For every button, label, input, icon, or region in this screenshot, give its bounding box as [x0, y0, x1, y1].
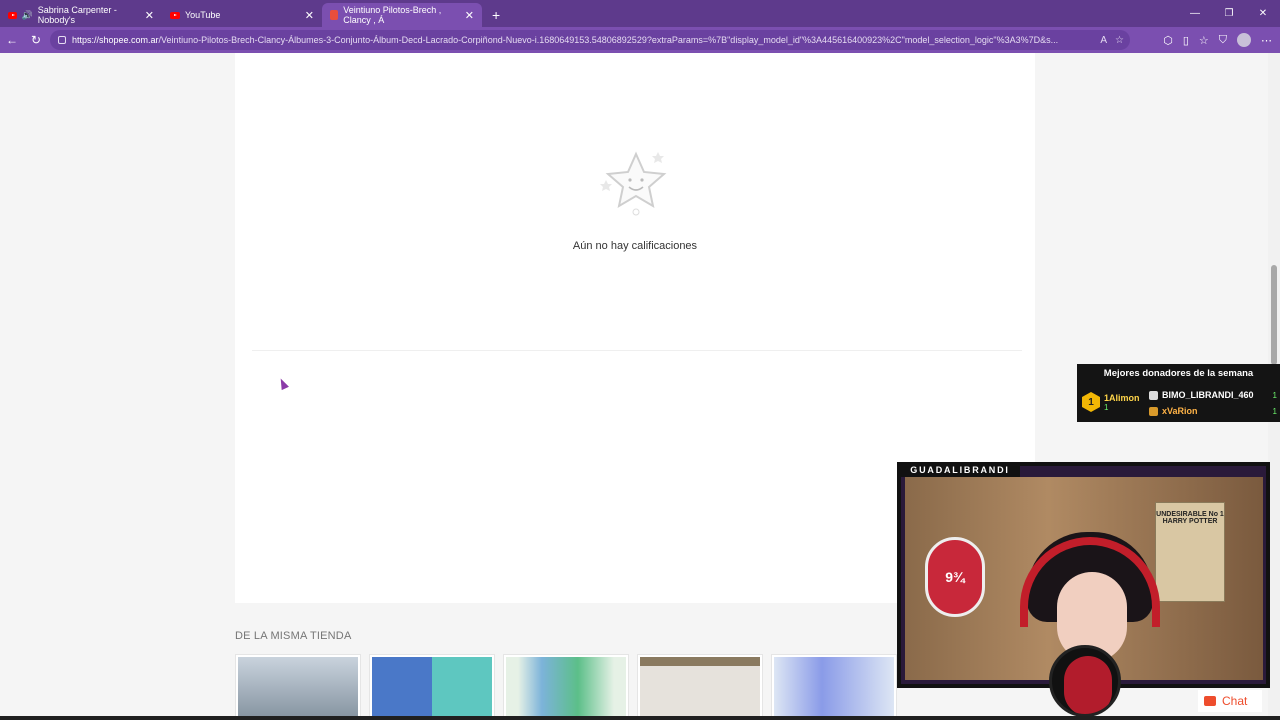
close-window-icon[interactable]: ✕	[1246, 0, 1280, 27]
donor-count: 1	[1272, 390, 1277, 400]
split-icon[interactable]: ▯	[1183, 34, 1189, 47]
restore-icon[interactable]: ❐	[1212, 0, 1246, 27]
product-card[interactable]	[369, 654, 495, 720]
product-image	[774, 657, 894, 717]
donor-name: BIMO_LIBRANDI_460	[1162, 390, 1254, 400]
shield-icon[interactable]: ⛉	[1219, 34, 1227, 47]
tab-youtube[interactable]: YouTube ✕	[162, 3, 322, 27]
shopee-icon	[330, 10, 339, 20]
site-info-icon[interactable]	[58, 36, 66, 44]
url-path: /Veintiuno-Pilotos-Brech-Clancy-Álbumes-…	[158, 35, 1059, 45]
tab-shopee[interactable]: Veintiuno Pilotos-Brech , Clancy , Á ✕	[322, 3, 482, 27]
donor-count: 1	[1272, 406, 1277, 416]
reload-icon[interactable]: ↻	[24, 33, 48, 47]
read-aloud-icon[interactable]: A	[1100, 35, 1107, 46]
product-card[interactable]	[771, 654, 897, 720]
profile-avatar[interactable]	[1237, 33, 1251, 47]
new-tab-button[interactable]: +	[492, 7, 500, 23]
chat-icon	[1204, 696, 1216, 706]
rank-badge-icon: 1	[1082, 392, 1100, 412]
product-card[interactable]	[503, 654, 629, 720]
youtube-icon	[8, 11, 17, 19]
url-host: https://shopee.com.ar	[72, 35, 159, 45]
url-field[interactable]: https://shopee.com.ar/Veintiuno-Pilotos-…	[50, 30, 1130, 50]
donor-row: BIMO_LIBRANDI_460 1	[1149, 390, 1279, 400]
tab-title: Veintiuno Pilotos-Brech , Clancy , Á	[343, 5, 442, 25]
taskbar	[0, 716, 1280, 720]
donor-row: xVaRion 1	[1149, 406, 1279, 416]
chat-label: Chat	[1222, 694, 1248, 708]
donors-title: Mejores donadores de la semana	[1103, 368, 1254, 379]
streamer-label: GUADALIBRANDI	[900, 462, 1020, 477]
product-image	[506, 657, 626, 717]
close-icon[interactable]: ✕	[465, 9, 474, 22]
product-image	[238, 657, 358, 717]
minimize-icon[interactable]: —	[1178, 0, 1212, 27]
address-bar: ← ↻ https://shopee.com.ar/Veintiuno-Pilo…	[0, 27, 1280, 53]
tab-title: Sabrina Carpenter - Nobody's	[37, 5, 117, 25]
platform-sign: 9¾	[925, 537, 985, 617]
product-card[interactable]	[235, 654, 361, 720]
streamer-avatar	[1049, 645, 1121, 717]
top-donor-name: 1Alimon	[1104, 392, 1140, 403]
same-store-title: DE LA MISMA TIENDA	[235, 630, 352, 642]
tab-sabrina[interactable]: 🔊 Sabrina Carpenter - Nobody's ✕	[0, 3, 162, 27]
donor-name: xVaRion	[1162, 406, 1198, 416]
tab-title: YouTube	[185, 10, 221, 20]
scrollbar-thumb[interactable]	[1271, 265, 1277, 365]
empty-reviews-text: Aún no hay calificaciones	[572, 240, 698, 252]
product-image	[640, 657, 760, 717]
top-donor: 1 1Alimon 1	[1082, 392, 1140, 412]
donor-badge-icon	[1149, 390, 1158, 400]
close-icon[interactable]: ✕	[305, 9, 314, 22]
speaker-icon[interactable]: 🔊	[22, 10, 33, 21]
empty-star-icon	[600, 151, 667, 216]
tab-bar: 🔊 Sabrina Carpenter - Nobody's ✕ YouTube…	[0, 0, 1280, 27]
donor-badge-icon	[1149, 406, 1158, 416]
favorite-icon[interactable]: ☆	[1115, 35, 1124, 46]
back-icon[interactable]: ←	[0, 33, 24, 47]
youtube-icon	[170, 11, 180, 19]
more-icon[interactable]: ⋯	[1261, 34, 1272, 47]
donors-widget: Mejores donadores de la semana 1 1Alimon…	[1077, 364, 1280, 422]
url-tools: A ☆	[1100, 35, 1124, 46]
product-card[interactable]	[637, 654, 763, 720]
product-row	[235, 654, 897, 720]
wanted-poster: UNDESIRABLE No 1 HARRY POTTER	[1155, 502, 1225, 602]
top-donor-count: 1	[1104, 402, 1109, 412]
avatar-art	[1064, 656, 1112, 714]
window-controls: — ❐ ✕	[1178, 0, 1280, 27]
divider	[252, 350, 1022, 351]
close-icon[interactable]: ✕	[145, 9, 154, 22]
favorites-icon[interactable]: ☆	[1199, 34, 1209, 47]
headset	[1020, 537, 1160, 627]
product-image	[372, 657, 492, 717]
chat-button[interactable]: Chat	[1198, 690, 1262, 712]
extensions-icon[interactable]: ⬡	[1163, 34, 1173, 47]
extensions: ⬡ ▯ ☆ ⛉ ⋯	[1163, 27, 1280, 53]
